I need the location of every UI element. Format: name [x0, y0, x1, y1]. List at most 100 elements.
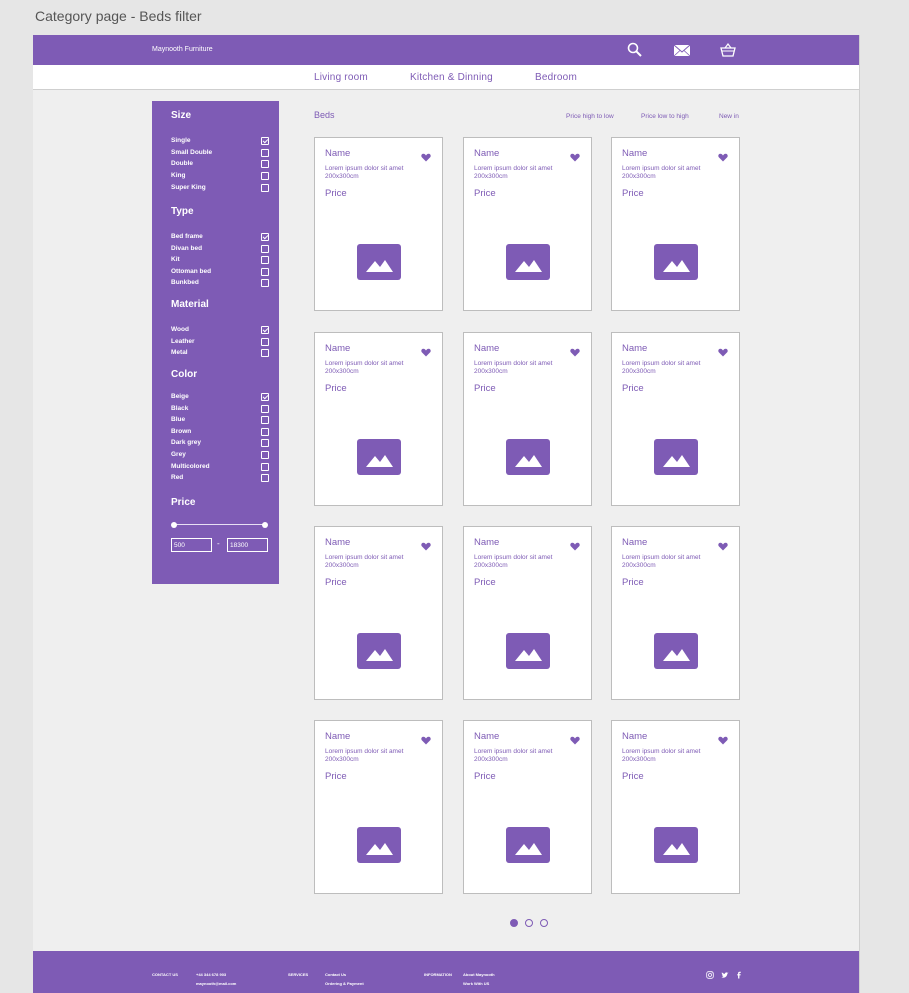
- filter-option-color-0[interactable]: Beige: [171, 392, 269, 402]
- filter-checkbox[interactable]: [261, 474, 269, 483]
- image-placeholder-icon[interactable]: [506, 827, 550, 863]
- product-name[interactable]: Name: [474, 537, 499, 548]
- image-placeholder-icon[interactable]: [357, 633, 401, 669]
- filter-option-color-7[interactable]: Red: [171, 473, 269, 483]
- product-name[interactable]: Name: [622, 148, 647, 159]
- filter-checkbox[interactable]: [261, 244, 269, 253]
- image-placeholder-icon[interactable]: [506, 633, 550, 669]
- filter-checkbox[interactable]: [261, 462, 269, 471]
- sort-new-in[interactable]: New in: [719, 113, 739, 120]
- product-name[interactable]: Name: [325, 731, 350, 742]
- filter-checkbox[interactable]: [261, 267, 269, 276]
- pagination-page-3[interactable]: [540, 919, 548, 927]
- filter-option-type-0[interactable]: Bed frame: [171, 232, 269, 242]
- heart-icon[interactable]: [421, 538, 431, 551]
- filter-option-type-1[interactable]: Divan bed: [171, 244, 269, 254]
- product-name[interactable]: Name: [622, 731, 647, 742]
- sort-price-low-high[interactable]: Price low to high: [641, 113, 689, 120]
- filter-option-type-2[interactable]: Kit: [171, 255, 269, 265]
- price-slider-max-handle[interactable]: [262, 522, 268, 528]
- filter-checkbox[interactable]: [261, 137, 269, 145]
- product-card[interactable]: Name Lorem ipsum dolor sit amet 200x300cm P…: [611, 137, 740, 311]
- filter-checkbox[interactable]: [261, 233, 269, 241]
- product-card[interactable]: Name Lorem ipsum dolor sit amet 200x300cm P…: [611, 720, 740, 894]
- image-placeholder-icon[interactable]: [654, 244, 698, 280]
- heart-icon[interactable]: [718, 344, 728, 357]
- filter-option-color-3[interactable]: Brown: [171, 427, 269, 437]
- sort-price-high-low[interactable]: Price high to low: [566, 113, 614, 120]
- product-card[interactable]: Name Lorem ipsum dolor sit amet 200x300cm P…: [314, 332, 443, 506]
- twitter-icon[interactable]: [721, 971, 729, 979]
- image-placeholder-icon[interactable]: [654, 827, 698, 863]
- product-name[interactable]: Name: [622, 343, 647, 354]
- product-name[interactable]: Name: [325, 537, 350, 548]
- heart-icon[interactable]: [570, 732, 580, 745]
- product-card[interactable]: Name Lorem ipsum dolor sit amet 200x300cm P…: [314, 526, 443, 700]
- nav-bedroom[interactable]: Bedroom: [535, 72, 577, 83]
- facebook-icon[interactable]: [735, 971, 743, 979]
- filter-checkbox[interactable]: [261, 326, 269, 334]
- product-name[interactable]: Name: [622, 537, 647, 548]
- filter-option-color-6[interactable]: Multicolored: [171, 462, 269, 472]
- image-placeholder-icon[interactable]: [654, 633, 698, 669]
- product-card[interactable]: Name Lorem ipsum dolor sit amet 200x300cm P…: [611, 526, 740, 700]
- brand-logo[interactable]: Maynooth Furniture: [152, 46, 213, 53]
- product-name[interactable]: Name: [325, 343, 350, 354]
- filter-option-type-3[interactable]: Ottoman bed: [171, 267, 269, 277]
- filter-option-color-4[interactable]: Dark grey: [171, 438, 269, 448]
- heart-icon[interactable]: [421, 344, 431, 357]
- filter-checkbox[interactable]: [261, 416, 269, 425]
- product-name[interactable]: Name: [474, 148, 499, 159]
- image-placeholder-icon[interactable]: [357, 827, 401, 863]
- image-placeholder-icon[interactable]: [357, 244, 401, 280]
- heart-icon[interactable]: [421, 732, 431, 745]
- filter-checkbox[interactable]: [261, 349, 269, 358]
- price-slider-min-handle[interactable]: [171, 522, 177, 528]
- filter-checkbox[interactable]: [261, 183, 269, 192]
- product-name[interactable]: Name: [325, 148, 350, 159]
- filter-option-color-2[interactable]: Blue: [171, 415, 269, 425]
- heart-icon[interactable]: [718, 149, 728, 162]
- search-icon[interactable]: [626, 42, 644, 58]
- filter-checkbox[interactable]: [261, 172, 269, 181]
- product-card[interactable]: Name Lorem ipsum dolor sit amet 200x300cm P…: [463, 332, 592, 506]
- filter-option-size-2[interactable]: Double: [171, 159, 269, 169]
- filter-option-size-0[interactable]: Single: [171, 136, 269, 146]
- pagination-page-2[interactable]: [525, 919, 533, 927]
- filter-checkbox[interactable]: [261, 427, 269, 436]
- product-card[interactable]: Name Lorem ipsum dolor sit amet 200x300cm P…: [314, 137, 443, 311]
- price-slider-track[interactable]: [173, 524, 265, 525]
- heart-icon[interactable]: [718, 538, 728, 551]
- product-name[interactable]: Name: [474, 343, 499, 354]
- filter-option-material-2[interactable]: Metal: [171, 348, 269, 358]
- nav-kitchen-dinning[interactable]: Kitchen & Dinning: [410, 72, 493, 83]
- filter-checkbox[interactable]: [261, 337, 269, 346]
- image-placeholder-icon[interactable]: [506, 244, 550, 280]
- heart-icon[interactable]: [570, 344, 580, 357]
- product-name[interactable]: Name: [474, 731, 499, 742]
- filter-checkbox[interactable]: [261, 439, 269, 448]
- filter-option-color-1[interactable]: Black: [171, 404, 269, 414]
- heart-icon[interactable]: [570, 538, 580, 551]
- product-card[interactable]: Name Lorem ipsum dolor sit amet 200x300cm P…: [463, 137, 592, 311]
- product-card[interactable]: Name Lorem ipsum dolor sit amet 200x300cm P…: [463, 720, 592, 894]
- heart-icon[interactable]: [570, 149, 580, 162]
- heart-icon[interactable]: [718, 732, 728, 745]
- footer-ordering-link[interactable]: Ordering & Payment: [325, 981, 364, 986]
- footer-work-link[interactable]: Work With US: [463, 981, 489, 986]
- filter-checkbox[interactable]: [261, 148, 269, 157]
- image-placeholder-icon[interactable]: [506, 439, 550, 475]
- filter-option-size-3[interactable]: King: [171, 171, 269, 181]
- pagination-page-1[interactable]: [510, 919, 518, 927]
- filter-option-size-4[interactable]: Super King: [171, 183, 269, 193]
- footer-phone[interactable]: +44 344 678 903: [196, 972, 226, 977]
- image-placeholder-icon[interactable]: [654, 439, 698, 475]
- filter-checkbox[interactable]: [261, 279, 269, 287]
- footer-contact-link[interactable]: Contact Us: [325, 972, 346, 977]
- product-card[interactable]: Name Lorem ipsum dolor sit amet 200x300cm P…: [314, 720, 443, 894]
- filter-option-material-0[interactable]: Wood: [171, 325, 269, 335]
- instagram-icon[interactable]: [706, 971, 714, 979]
- filter-checkbox[interactable]: [261, 393, 269, 401]
- price-max-input[interactable]: [227, 538, 268, 552]
- filter-option-size-1[interactable]: Small Double: [171, 148, 269, 158]
